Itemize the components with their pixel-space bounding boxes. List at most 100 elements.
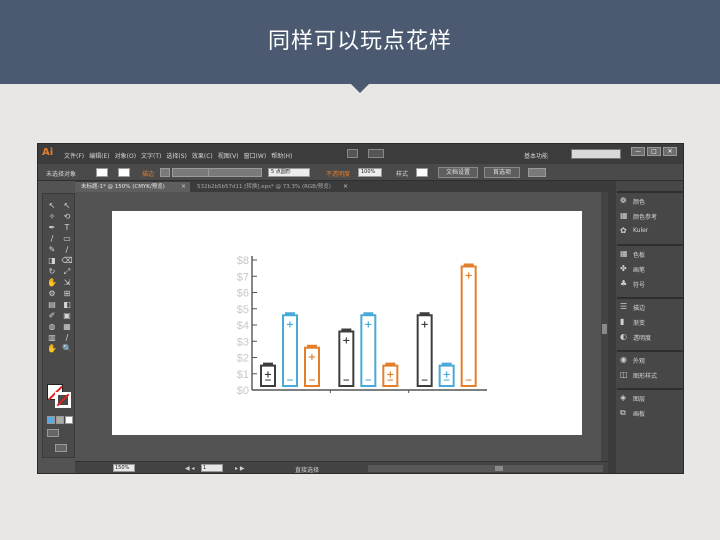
banner-notch [351,84,369,93]
search-input[interactable] [571,149,621,159]
tool-button-2[interactable]: ✧ [45,211,59,222]
panel-item[interactable]: ◫ 图形样式 [617,367,683,382]
tool-button-6[interactable]: ∕ [45,233,59,244]
tool-button-15[interactable]: ⇲ [60,277,74,288]
color-mode-swatch[interactable] [47,416,55,424]
menu-view[interactable]: 视图(V) [218,151,239,160]
menu-type[interactable]: 文字(T) [141,151,161,160]
close-icon[interactable]: × [181,182,186,192]
vertical-scroll-thumb[interactable] [602,324,607,334]
stroke-weight-field[interactable] [172,168,210,177]
menu-file[interactable]: 文件(F) [64,151,84,160]
workspace-switcher[interactable]: 基本功能 [524,151,548,160]
stroke-swatch[interactable] [118,168,130,177]
battery-minus-label: − [308,376,316,386]
panel-dock-strip[interactable] [608,181,616,473]
battery-plus-label: + [364,319,372,330]
close-button[interactable]: ✕ [663,147,677,156]
stroke-weight-stepper[interactable] [160,168,170,177]
tool-button-22[interactable]: ◍ [45,321,59,332]
brush-definition[interactable]: 5 点圆形 [268,168,310,177]
panel-item[interactable]: ◈ 图层 [617,390,683,405]
bridge-icon[interactable] [347,149,358,158]
tool-button-10[interactable]: ◨ [45,255,59,266]
tool-button-27[interactable]: 🔍 [60,343,74,354]
preferences-button[interactable]: 首选项 [484,167,520,178]
panel-item[interactable]: ✿ Kuler [617,223,683,238]
panel-item[interactable]: ☰ 描边 [617,299,683,314]
panel-item[interactable]: ❁ 颜色 [617,193,683,208]
tool-button-18[interactable]: ▤ [45,299,59,310]
tool-button-20[interactable]: ✐ [45,310,59,321]
close-icon[interactable]: × [343,182,348,192]
tool-button-1[interactable]: ↖ [60,200,74,211]
vertical-scrollbar[interactable] [601,192,608,461]
document-setup-button[interactable]: 文档设置 [438,167,478,178]
zoom-field[interactable]: 150% [113,464,135,472]
tool-button-7[interactable]: ▭ [60,233,74,244]
menu-edit[interactable]: 编辑(E) [89,151,109,160]
tool-button-26[interactable]: ✋ [45,343,59,354]
fill-swatch[interactable] [96,168,108,177]
minimize-button[interactable]: — [631,147,645,156]
tool-button-13[interactable]: ⤢ [60,266,74,277]
tool-grid: ↖ ↖ ✧ ⟲ ✒ T ∕ ▭ ✎ ∕ ◨ ⌫ ↻ ⤢ ✋ ⇲ ⚙ ⊞ ▤ ◧ ✐ ▣ ◍ ▦ ▥ ∕ ✋ 🔍 [45,200,74,354]
tool-button-9[interactable]: ∕ [60,244,74,255]
drawing-mode-icon[interactable] [47,429,59,437]
horizontal-scroll-thumb[interactable] [495,466,503,471]
menu-window[interactable]: 窗口(W) [244,151,267,160]
fill-stroke-control[interactable] [47,384,71,408]
opacity-label[interactable]: 不透明度 [326,169,350,178]
panel-item[interactable]: ▦ 颜色参考 [617,208,683,223]
none-mode-swatch[interactable] [65,416,73,424]
tab-eps-file[interactable]: 532b2b5b57d11 [转换].eps* @ 73.3% (RGB/预览)… [191,182,351,192]
battery-plus-label: + [342,336,350,347]
panel-item[interactable]: ◐ 透明度 [617,329,683,344]
panel-item[interactable]: ✤ 画笔 [617,261,683,276]
tab-untitled-1[interactable]: 未标题-1* @ 150% (CMYK/预览) × [75,182,190,192]
tool-button-0[interactable]: ↖ [45,200,59,211]
tool-button-14[interactable]: ✋ [45,277,59,288]
stroke-label[interactable]: 描边 [142,169,154,178]
maximize-button[interactable]: □ [647,147,661,156]
tool-button-19[interactable]: ◧ [60,299,74,310]
gradient-mode-swatch[interactable] [56,416,64,424]
arrange-documents-icon[interactable] [368,149,384,158]
panel-item[interactable]: ♣ 符号 [617,276,683,291]
tool-button-11[interactable]: ⌫ [60,255,74,266]
menu-help[interactable]: 帮助(H) [271,151,292,160]
graphic-style-swatch[interactable] [416,168,428,177]
panel-icon: ▦ [620,211,628,220]
tool-button-17[interactable]: ⊞ [60,288,74,299]
artboard-nav-icons[interactable]: ◀ ◂ [185,465,195,472]
panel-item[interactable]: ▮ 渐变 [617,314,683,329]
artboard-number-field[interactable]: 1 [201,464,223,472]
tool-button-16[interactable]: ⚙ [45,288,59,299]
tool-button-25[interactable]: ∕ [60,332,74,343]
menu-object[interactable]: 对象(O) [115,151,136,160]
arrange-icon[interactable] [528,168,546,177]
panel-label: 符号 [633,282,646,289]
tool-button-8[interactable]: ✎ [45,244,59,255]
menu-select[interactable]: 选择(S) [166,151,187,160]
artboard-next-icons[interactable]: ▸ ▶ [235,465,245,472]
horizontal-scrollbar[interactable] [368,465,603,472]
menu-effect[interactable]: 效果(C) [192,151,213,160]
panel-item[interactable]: ◉ 外观 [617,352,683,367]
tool-button-23[interactable]: ▦ [60,321,74,332]
tool-button-3[interactable]: ⟲ [60,211,74,222]
panel-item[interactable]: ▦ 色板 [617,246,683,261]
tool-button-12[interactable]: ↻ [45,266,59,277]
panel-item[interactable]: ⧉ 画板 [617,405,683,420]
tool-button-24[interactable]: ▥ [45,332,59,343]
tool-button-5[interactable]: T [60,222,74,233]
opacity-field[interactable]: 100% [358,168,382,177]
panel-label: 图形样式 [633,373,658,380]
tool-button-4[interactable]: ✒ [45,222,59,233]
stroke-swatch[interactable] [55,392,71,408]
current-tool-status[interactable]: 直接选择 [295,465,319,473]
variable-width-profile[interactable] [208,168,262,177]
screen-mode-icon[interactable] [55,444,67,452]
battery-cap [385,362,396,366]
tool-button-21[interactable]: ▣ [60,310,74,321]
